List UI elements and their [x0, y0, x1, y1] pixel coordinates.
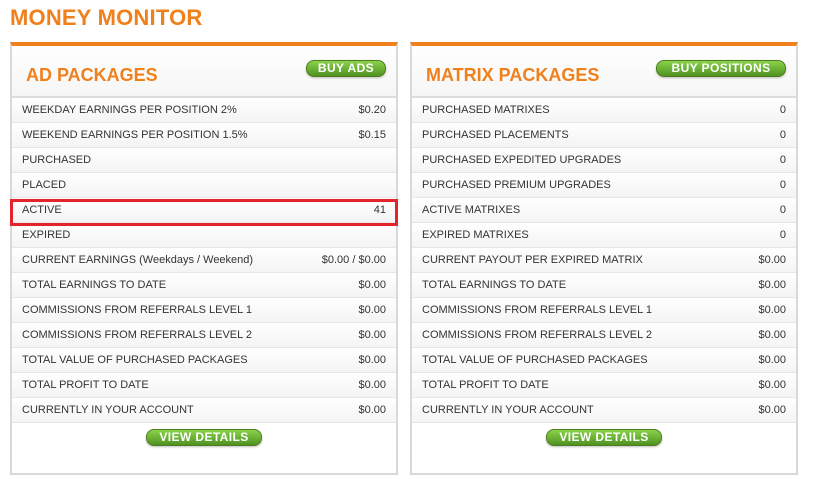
- row-value: $0.00 / $0.00: [321, 254, 386, 266]
- row-label: ACTIVE: [22, 204, 62, 216]
- page-title: MONEY MONITOR: [10, 5, 203, 30]
- row-label: CURRENT EARNINGS (Weekdays / Weekend): [22, 254, 254, 266]
- matrix-row-expedited-upgrades: PURCHASED EXPEDITED UPGRADES 0: [412, 148, 796, 173]
- row-value: 0: [779, 129, 786, 141]
- ad-packages-header: AD PACKAGES BUY ADS: [12, 46, 396, 98]
- matrix-row-commissions-level-2: COMMISSIONS FROM REFERRALS LEVEL 2 $0.00: [412, 323, 796, 348]
- row-label: WEEKEND EARNINGS PER POSITION 1.5%: [22, 129, 248, 141]
- ad-row-current-earnings: CURRENT EARNINGS (Weekdays / Weekend) $0.…: [12, 248, 396, 273]
- matrix-packages-footer: VIEW DETAILS: [412, 415, 796, 473]
- ad-row-weekend-earnings: WEEKEND EARNINGS PER POSITION 1.5% $0.15: [12, 123, 396, 148]
- ad-row-total-value: TOTAL VALUE OF PURCHASED PACKAGES $0.00: [12, 348, 396, 373]
- row-value: 0: [779, 179, 786, 191]
- row-label: PURCHASED MATRIXES: [422, 104, 550, 116]
- row-label: COMMISSIONS FROM REFERRALS LEVEL 1: [422, 304, 653, 316]
- ad-view-details-button[interactable]: VIEW DETAILS: [146, 429, 262, 446]
- row-label: COMMISSIONS FROM REFERRALS LEVEL 2: [422, 329, 653, 341]
- matrix-row-purchased-matrixes: PURCHASED MATRIXES 0: [412, 98, 796, 123]
- row-value: $0.00: [758, 329, 786, 341]
- row-value: 0: [779, 154, 786, 166]
- row-label: PURCHASED EXPEDITED UPGRADES: [422, 154, 622, 166]
- row-label: COMMISSIONS FROM REFERRALS LEVEL 2: [22, 329, 253, 341]
- row-value: 41: [373, 204, 386, 216]
- matrix-row-total-value: TOTAL VALUE OF PURCHASED PACKAGES $0.00: [412, 348, 796, 373]
- ad-row-expired: EXPIRED: [12, 223, 396, 248]
- matrix-row-total-earnings: TOTAL EARNINGS TO DATE $0.00: [412, 273, 796, 298]
- row-label: TOTAL EARNINGS TO DATE: [22, 279, 167, 291]
- buy-ads-button[interactable]: BUY ADS: [306, 60, 386, 77]
- ad-row-purchased: PURCHASED: [12, 148, 396, 173]
- row-label: PURCHASED: [22, 154, 92, 166]
- row-label: PURCHASED PLACEMENTS: [422, 129, 569, 141]
- matrix-row-active-matrixes: ACTIVE MATRIXES 0: [412, 198, 796, 223]
- row-value: 0: [779, 229, 786, 241]
- matrix-row-expired-matrixes: EXPIRED MATRIXES 0: [412, 223, 796, 248]
- row-value: $0.00: [358, 279, 386, 291]
- ad-packages-panel: AD PACKAGES BUY ADS WEEKDAY EARNINGS PER…: [10, 42, 398, 475]
- row-label: TOTAL PROFIT TO DATE: [422, 379, 549, 391]
- matrix-packages-list: PURCHASED MATRIXES 0 PURCHASED PLACEMENTS…: [412, 98, 796, 423]
- ad-row-total-profit: TOTAL PROFIT TO DATE $0.00: [12, 373, 396, 398]
- row-label: COMMISSIONS FROM REFERRALS LEVEL 1: [22, 304, 253, 316]
- buy-positions-button[interactable]: BUY POSITIONS: [656, 60, 786, 77]
- row-value: $0.00: [758, 254, 786, 266]
- row-value: $0.00: [358, 379, 386, 391]
- row-value: $0.00: [358, 304, 386, 316]
- row-label: TOTAL EARNINGS TO DATE: [422, 279, 567, 291]
- row-value: $0.00: [358, 354, 386, 366]
- row-label: TOTAL PROFIT TO DATE: [22, 379, 149, 391]
- matrix-packages-header: MATRIX PACKAGES BUY POSITIONS: [412, 46, 796, 98]
- row-value: 0: [779, 204, 786, 216]
- matrix-row-premium-upgrades: PURCHASED PREMIUM UPGRADES 0: [412, 173, 796, 198]
- matrix-row-commissions-level-1: COMMISSIONS FROM REFERRALS LEVEL 1 $0.00: [412, 298, 796, 323]
- row-value: $0.00: [758, 354, 786, 366]
- ad-packages-list: WEEKDAY EARNINGS PER POSITION 2% $0.20 WE…: [12, 98, 396, 423]
- matrix-packages-panel: MATRIX PACKAGES BUY POSITIONS PURCHASED …: [410, 42, 798, 475]
- ad-row-commissions-level-1: COMMISSIONS FROM REFERRALS LEVEL 1 $0.00: [12, 298, 396, 323]
- row-value: $0.00: [358, 329, 386, 341]
- row-label: TOTAL VALUE OF PURCHASED PACKAGES: [422, 354, 648, 366]
- row-value: $0.00: [758, 379, 786, 391]
- row-label: TOTAL VALUE OF PURCHASED PACKAGES: [22, 354, 248, 366]
- row-label: EXPIRED MATRIXES: [422, 229, 529, 241]
- matrix-row-current-payout: CURRENT PAYOUT PER EXPIRED MATRIX $0.00: [412, 248, 796, 273]
- ad-row-weekday-earnings: WEEKDAY EARNINGS PER POSITION 2% $0.20: [12, 98, 396, 123]
- row-label: ACTIVE MATRIXES: [422, 204, 521, 216]
- ad-row-placed: PLACED: [12, 173, 396, 198]
- row-value: $0.15: [358, 129, 386, 141]
- matrix-row-purchased-placements: PURCHASED PLACEMENTS 0: [412, 123, 796, 148]
- row-value: $0.00: [758, 279, 786, 291]
- row-label: EXPIRED: [22, 229, 71, 241]
- row-value: 0: [779, 104, 786, 116]
- row-label: CURRENT PAYOUT PER EXPIRED MATRIX: [422, 254, 643, 266]
- row-label: WEEKDAY EARNINGS PER POSITION 2%: [22, 104, 237, 116]
- matrix-view-details-button[interactable]: VIEW DETAILS: [546, 429, 662, 446]
- matrix-packages-title: MATRIX PACKAGES: [426, 65, 600, 85]
- row-label: PURCHASED PREMIUM UPGRADES: [422, 179, 611, 191]
- ad-row-commissions-level-2: COMMISSIONS FROM REFERRALS LEVEL 2 $0.00: [12, 323, 396, 348]
- row-value: $0.20: [358, 104, 386, 116]
- ad-row-active: ACTIVE 41: [12, 198, 396, 223]
- matrix-row-total-profit: TOTAL PROFIT TO DATE $0.00: [412, 373, 796, 398]
- ad-packages-footer: VIEW DETAILS: [12, 415, 396, 473]
- row-label: PLACED: [22, 179, 67, 191]
- row-value: $0.00: [758, 304, 786, 316]
- ad-packages-title: AD PACKAGES: [26, 65, 158, 85]
- ad-row-total-earnings: TOTAL EARNINGS TO DATE $0.00: [12, 273, 396, 298]
